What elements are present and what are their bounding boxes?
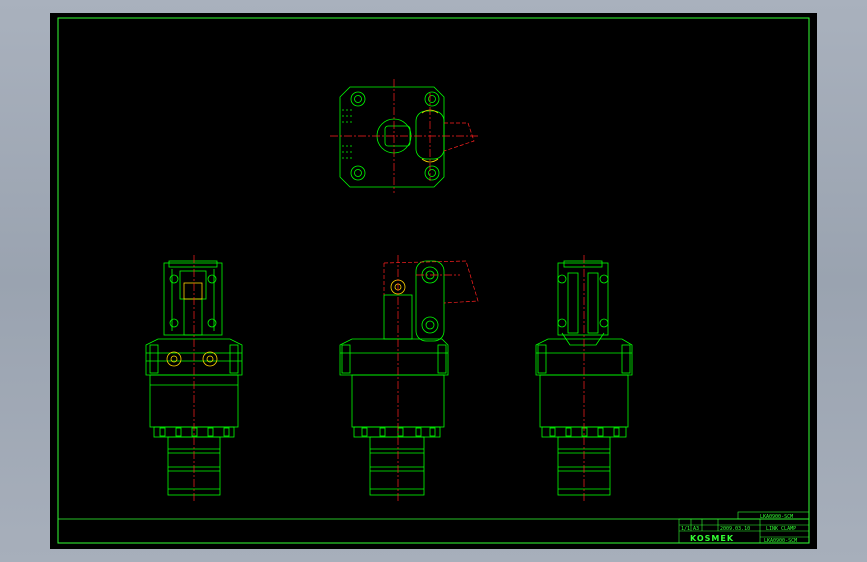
title-block-product-name: LINK CLAMP <box>766 526 796 532</box>
side-view-center-centerlines <box>383 255 479 503</box>
title-block-date: 2009.03.10 <box>720 526 750 532</box>
title-block-scale: 1/1 <box>681 526 690 532</box>
title-block-part-number: LKA0900-SCM <box>764 538 797 544</box>
kosmek-logo: KOSMEK <box>690 534 734 543</box>
cad-drawing-sheet: LKA0900-SCM 1/1 A3 2009.03.10 LINK CLAMP… <box>57 17 810 544</box>
front-view-left-highlights <box>166 282 218 367</box>
top-view-centerlines <box>330 79 480 193</box>
cad-viewport[interactable]: LKA0900-SCM 1/1 A3 2009.03.10 LINK CLAMP… <box>50 13 817 549</box>
top-view <box>339 86 445 188</box>
side-view-center <box>339 260 449 496</box>
title-block-drawing-number-top: LKA0900-SCM <box>760 514 793 520</box>
title-block-size: A3 <box>693 526 699 532</box>
